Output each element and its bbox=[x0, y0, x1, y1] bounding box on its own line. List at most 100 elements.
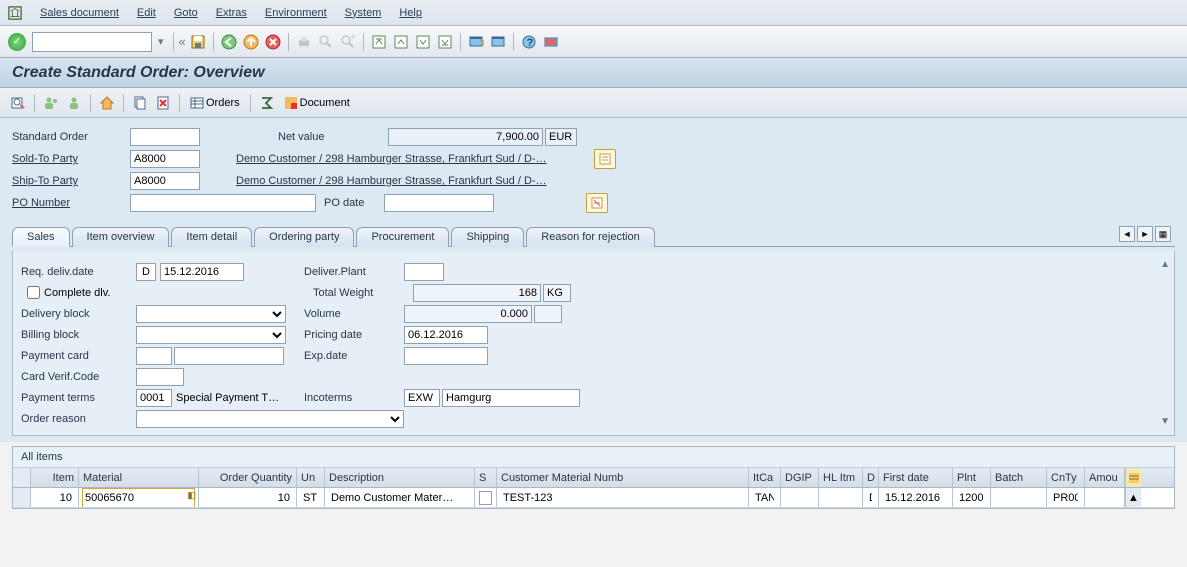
col-amount[interactable]: Amou bbox=[1085, 468, 1125, 487]
scroll-up-icon[interactable]: ▲ bbox=[1160, 259, 1170, 270]
first-page-button[interactable] bbox=[369, 32, 389, 52]
col-qty[interactable]: Order Quantity bbox=[199, 468, 297, 487]
search-help-icon[interactable]: ◧ bbox=[187, 490, 196, 501]
sold-to-description[interactable]: Demo Customer / 298 Hamburger Strasse, F… bbox=[236, 153, 590, 165]
cell-itca[interactable] bbox=[753, 489, 776, 507]
col-item[interactable]: Item bbox=[31, 468, 79, 487]
col-d[interactable]: D bbox=[863, 468, 879, 487]
cell-item[interactable] bbox=[35, 489, 74, 507]
payment-terms-code-input[interactable] bbox=[136, 389, 172, 407]
cell-hlitm[interactable] bbox=[823, 489, 858, 507]
document-button[interactable]: Document bbox=[280, 93, 354, 113]
dropdown-icon[interactable]: ▾ bbox=[158, 35, 164, 48]
tab-procurement[interactable]: Procurement bbox=[356, 227, 449, 247]
back-button[interactable] bbox=[219, 32, 239, 52]
last-page-button[interactable] bbox=[435, 32, 455, 52]
enter-button[interactable]: ✓ bbox=[8, 33, 26, 51]
cell-amount[interactable] bbox=[1089, 489, 1120, 507]
col-itca[interactable]: ItCa bbox=[749, 468, 781, 487]
menu-environment[interactable]: Environment bbox=[265, 7, 327, 19]
tab-scroll-right-button[interactable]: ► bbox=[1137, 226, 1153, 242]
partner-details-button[interactable] bbox=[594, 149, 616, 169]
cell-plant[interactable] bbox=[957, 489, 986, 507]
back-double-icon[interactable]: « bbox=[179, 34, 186, 49]
menu-goto[interactable]: Goto bbox=[174, 7, 198, 19]
col-plant[interactable]: Plnt bbox=[953, 468, 991, 487]
save-button[interactable] bbox=[188, 32, 208, 52]
req-deliv-date-input[interactable] bbox=[160, 263, 244, 281]
menu-help[interactable]: Help bbox=[399, 7, 422, 19]
sap-menu-icon[interactable] bbox=[8, 6, 22, 20]
menu-system[interactable]: System bbox=[345, 7, 382, 19]
grid-select-all[interactable] bbox=[13, 468, 31, 487]
menu-edit[interactable]: Edit bbox=[137, 7, 156, 19]
incoterms-code-input[interactable] bbox=[404, 389, 440, 407]
tab-ordering-party[interactable]: Ordering party bbox=[254, 227, 354, 247]
orders-button[interactable]: Orders bbox=[186, 93, 244, 113]
order-reason-select[interactable] bbox=[136, 410, 404, 428]
card-verif-input[interactable] bbox=[136, 368, 184, 386]
command-field[interactable] bbox=[32, 32, 152, 52]
cell-material[interactable] bbox=[83, 489, 194, 507]
tab-scroll-left-button[interactable]: ◄ bbox=[1119, 226, 1135, 242]
exp-date-input[interactable] bbox=[404, 347, 488, 365]
col-cnty[interactable]: CnTy bbox=[1047, 468, 1085, 487]
cell-cust-mat[interactable] bbox=[501, 489, 744, 507]
grid-config-button[interactable] bbox=[1125, 468, 1141, 487]
partner-button-1[interactable] bbox=[41, 93, 61, 113]
layout-button[interactable] bbox=[488, 32, 508, 52]
col-first-date[interactable]: First date bbox=[879, 468, 953, 487]
scroll-down-icon[interactable]: ▼ bbox=[1160, 416, 1170, 427]
cell-unit[interactable] bbox=[301, 489, 320, 507]
copy-button[interactable] bbox=[130, 93, 150, 113]
sum-button[interactable] bbox=[257, 93, 277, 113]
prev-page-button[interactable] bbox=[391, 32, 411, 52]
cell-s-checkbox[interactable] bbox=[479, 491, 492, 505]
col-unit[interactable]: Un bbox=[297, 468, 325, 487]
col-dgip[interactable]: DGIP bbox=[781, 468, 819, 487]
po-detail-button[interactable] bbox=[586, 193, 608, 213]
ship-to-description[interactable]: Demo Customer / 298 Hamburger Strasse, F… bbox=[236, 175, 590, 187]
incoterms-location-input[interactable] bbox=[442, 389, 580, 407]
row-selector[interactable] bbox=[13, 488, 31, 507]
tab-item-detail[interactable]: Item detail bbox=[171, 227, 252, 247]
tab-list-button[interactable]: ▦ bbox=[1155, 226, 1171, 242]
help-button[interactable]: ? bbox=[519, 32, 539, 52]
grid-vscroll[interactable]: ▲ bbox=[1125, 488, 1141, 507]
find-button[interactable] bbox=[316, 32, 336, 52]
local-layout-button[interactable] bbox=[541, 32, 561, 52]
payment-card-number-input[interactable] bbox=[174, 347, 284, 365]
cell-qty[interactable] bbox=[203, 489, 292, 507]
cell-desc[interactable] bbox=[329, 489, 470, 507]
complete-dlv-checkbox[interactable] bbox=[27, 286, 40, 299]
cell-d[interactable] bbox=[867, 489, 874, 507]
tab-shipping[interactable]: Shipping bbox=[451, 227, 524, 247]
standard-order-input[interactable] bbox=[130, 128, 200, 146]
cell-dgip[interactable] bbox=[785, 489, 814, 507]
cell-batch[interactable] bbox=[995, 489, 1042, 507]
payment-card-type-input[interactable] bbox=[136, 347, 172, 365]
cancel-button[interactable] bbox=[263, 32, 283, 52]
print-button[interactable] bbox=[294, 32, 314, 52]
menu-extras[interactable]: Extras bbox=[216, 7, 247, 19]
display-header-button[interactable] bbox=[8, 93, 28, 113]
exit-button[interactable] bbox=[241, 32, 261, 52]
po-date-input[interactable] bbox=[384, 194, 494, 212]
table-row[interactable]: ◧ ▲ bbox=[13, 488, 1174, 508]
col-hlitm[interactable]: HL Itm bbox=[819, 468, 863, 487]
tab-item-overview[interactable]: Item overview bbox=[72, 227, 170, 247]
new-session-button[interactable]: ✦ bbox=[466, 32, 486, 52]
col-batch[interactable]: Batch bbox=[991, 468, 1047, 487]
cell-cnty[interactable] bbox=[1051, 489, 1080, 507]
tab-sales[interactable]: Sales bbox=[12, 227, 70, 247]
col-cust-mat[interactable]: Customer Material Numb bbox=[497, 468, 749, 487]
sold-to-input[interactable] bbox=[130, 150, 200, 168]
deliver-plant-input[interactable] bbox=[404, 263, 444, 281]
delete-button[interactable] bbox=[153, 93, 173, 113]
col-material[interactable]: Material bbox=[79, 468, 199, 487]
delivery-block-select[interactable] bbox=[136, 305, 286, 323]
col-s[interactable]: S bbox=[475, 468, 497, 487]
menu-sales-document[interactable]: Sales document bbox=[40, 7, 119, 19]
pricing-date-input[interactable] bbox=[404, 326, 488, 344]
req-deliv-type-input[interactable] bbox=[136, 263, 156, 281]
